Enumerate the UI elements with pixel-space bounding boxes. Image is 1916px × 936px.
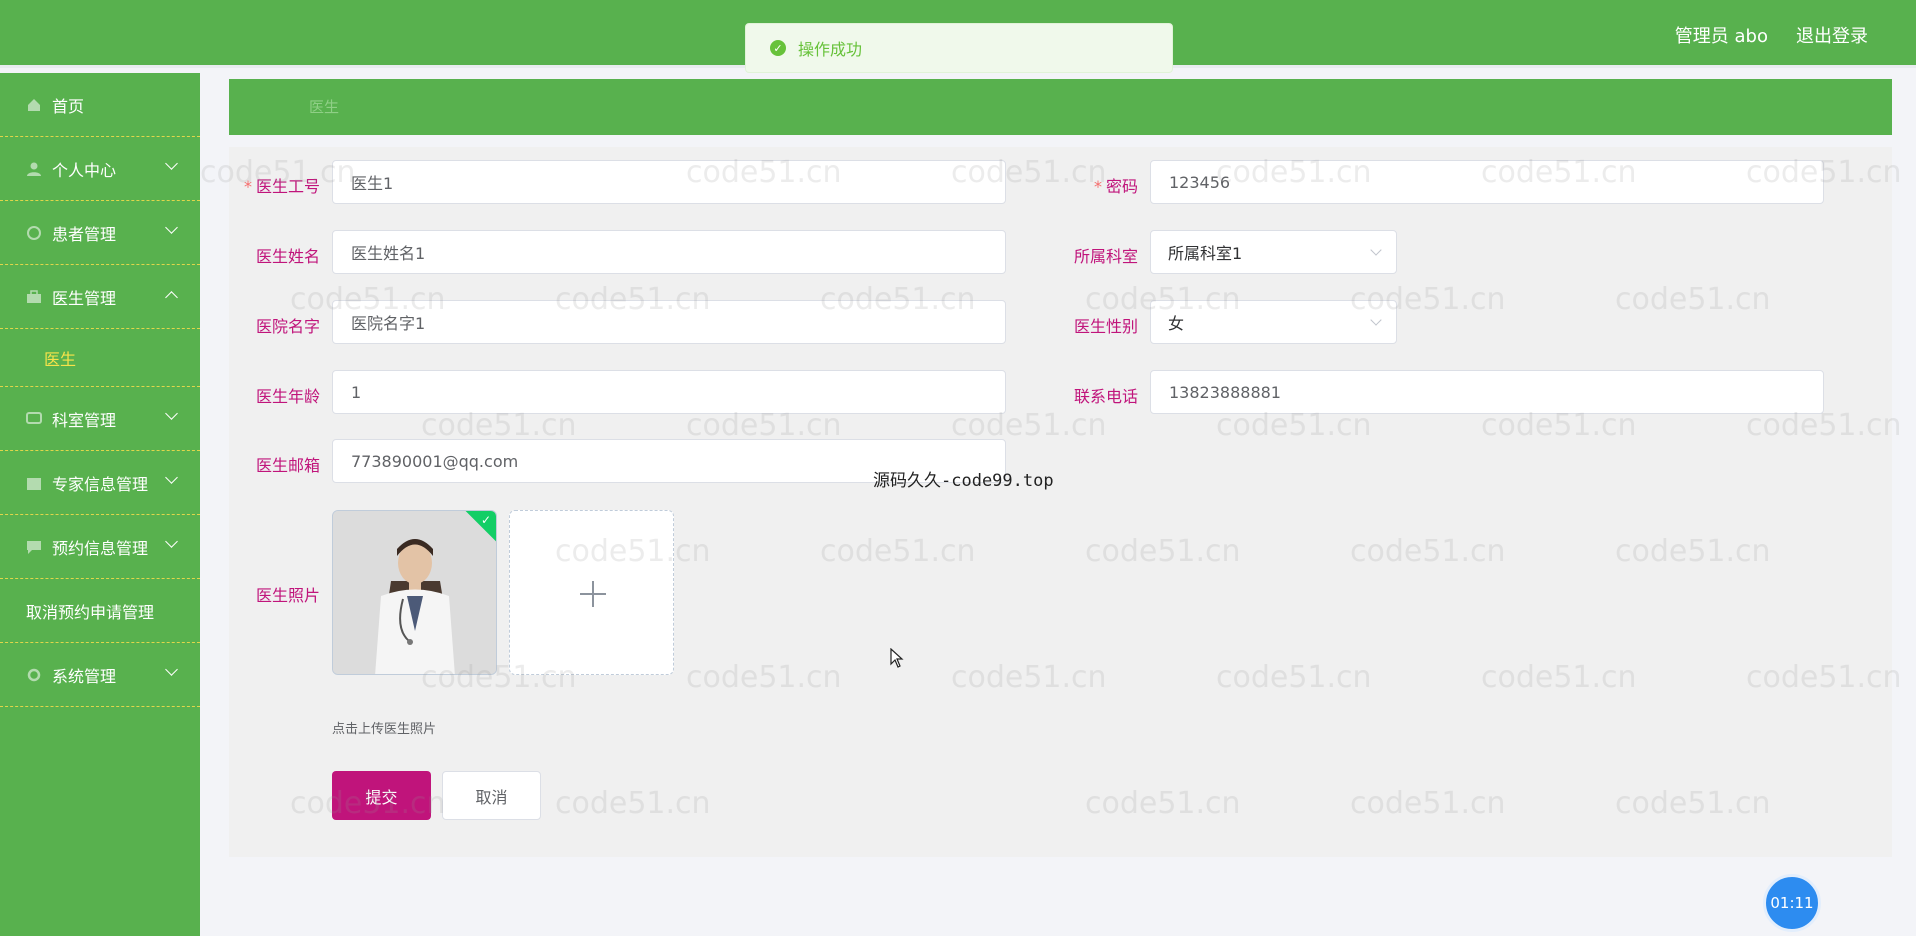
submit-button[interactable]: 提交: [332, 771, 431, 820]
gender-select[interactable]: 女: [1150, 300, 1397, 344]
email-label: 医生邮箱: [255, 456, 320, 475]
photo-upload-button[interactable]: [509, 510, 674, 675]
password-input[interactable]: [1150, 160, 1824, 204]
sidebar-item-label: 专家信息管理: [52, 474, 149, 494]
department-select[interactable]: 所属科室1: [1150, 230, 1397, 274]
password-label: * 密码: [1093, 177, 1138, 196]
breadcrumb: 医生: [229, 79, 1892, 135]
sidebar-item-departments[interactable]: 科室管理: [0, 387, 200, 451]
gender-label: 医生性别: [1073, 317, 1138, 336]
doctor-id-input[interactable]: [332, 160, 1006, 204]
home-icon: [28, 98, 40, 111]
age-label: 医生年龄: [255, 387, 320, 406]
department-value: 所属科室1: [1168, 244, 1243, 263]
sidebar-item-doctors[interactable]: 医生管理: [0, 265, 200, 329]
doctor-name-input[interactable]: [332, 230, 1006, 274]
sidebar-subitem-doctor[interactable]: 医生: [0, 329, 200, 387]
sidebar-item-label: 预约信息管理: [52, 538, 149, 558]
sidebar-item-system[interactable]: 系统管理: [0, 643, 200, 707]
sidebar: 首页 个人中心 患者管理 医生管理 医生 科室管理 专家信息管理 预约信息管理 …: [0, 73, 200, 936]
check-circle-icon: ✓: [770, 40, 786, 56]
doctor-name-label: 医生姓名: [255, 247, 320, 266]
chevron-down-icon: [165, 407, 178, 420]
doctor-portrait-image: [333, 511, 496, 674]
hospital-label: 医院名字: [255, 317, 320, 336]
chevron-down-icon: [165, 663, 178, 676]
chevron-down-icon: [165, 471, 178, 484]
chat-icon: [26, 411, 42, 424]
chevron-down-icon: [165, 535, 178, 548]
patient-icon: [27, 225, 41, 240]
sidebar-item-label: 医生管理: [52, 288, 117, 308]
sidebar-item-label: 系统管理: [52, 666, 117, 686]
department-label: 所属科室: [1073, 247, 1138, 266]
hospital-input[interactable]: [332, 300, 1006, 344]
photo-upload-hint: 点击上传医生照片: [332, 722, 437, 737]
sidebar-subitem-label: 医生: [44, 349, 77, 369]
settings-icon: [27, 668, 41, 681]
sidebar-item-patients[interactable]: 患者管理: [0, 201, 200, 265]
sidebar-item-appointments[interactable]: 预约信息管理: [0, 515, 200, 579]
phone-label: 联系电话: [1073, 387, 1138, 406]
check-icon: ✓: [480, 513, 491, 527]
chevron-down-icon: [165, 221, 178, 234]
success-toast: ✓ 操作成功: [745, 23, 1173, 73]
chevron-up-icon: [165, 291, 178, 304]
user-icon: [27, 162, 41, 176]
sidebar-item-label: 个人中心: [52, 160, 117, 180]
sidebar-item-experts[interactable]: 专家信息管理: [0, 451, 200, 515]
phone-input[interactable]: [1150, 370, 1824, 414]
sidebar-item-home[interactable]: 首页: [0, 73, 200, 137]
toast-message: 操作成功: [798, 40, 863, 59]
message-icon: [27, 540, 41, 554]
cancel-button[interactable]: 取消: [442, 771, 541, 820]
timer-badge[interactable]: 01:11: [1763, 874, 1821, 932]
sidebar-item-label: 首页: [52, 96, 85, 116]
briefcase-icon: [27, 289, 41, 303]
logout-link[interactable]: 退出登录: [1796, 22, 1868, 48]
doctor-id-label: * 医生工号: [243, 177, 320, 196]
sidebar-item-cancel-requests[interactable]: 取消预约申请管理: [0, 579, 200, 643]
chevron-down-icon: [1370, 314, 1382, 326]
mouse-cursor-icon: [890, 648, 904, 668]
sidebar-item-label: 取消预约申请管理: [26, 602, 155, 622]
source-overlay-text: 源码久久-code99.top: [873, 471, 1054, 491]
breadcrumb-current: 医生: [309, 98, 340, 116]
chevron-down-icon: [165, 157, 178, 170]
photo-label: 医生照片: [255, 586, 320, 605]
sidebar-item-label: 科室管理: [52, 410, 117, 430]
doctor-photo-thumbnail[interactable]: ✓: [332, 510, 497, 675]
gender-value: 女: [1168, 314, 1185, 333]
age-input[interactable]: [332, 370, 1006, 414]
calendar-icon: [27, 477, 41, 490]
sidebar-item-label: 患者管理: [52, 224, 117, 244]
chevron-down-icon: [1370, 244, 1382, 256]
admin-user-label: 管理员 abo: [1674, 26, 1768, 47]
sidebar-item-personal-center[interactable]: 个人中心: [0, 137, 200, 201]
